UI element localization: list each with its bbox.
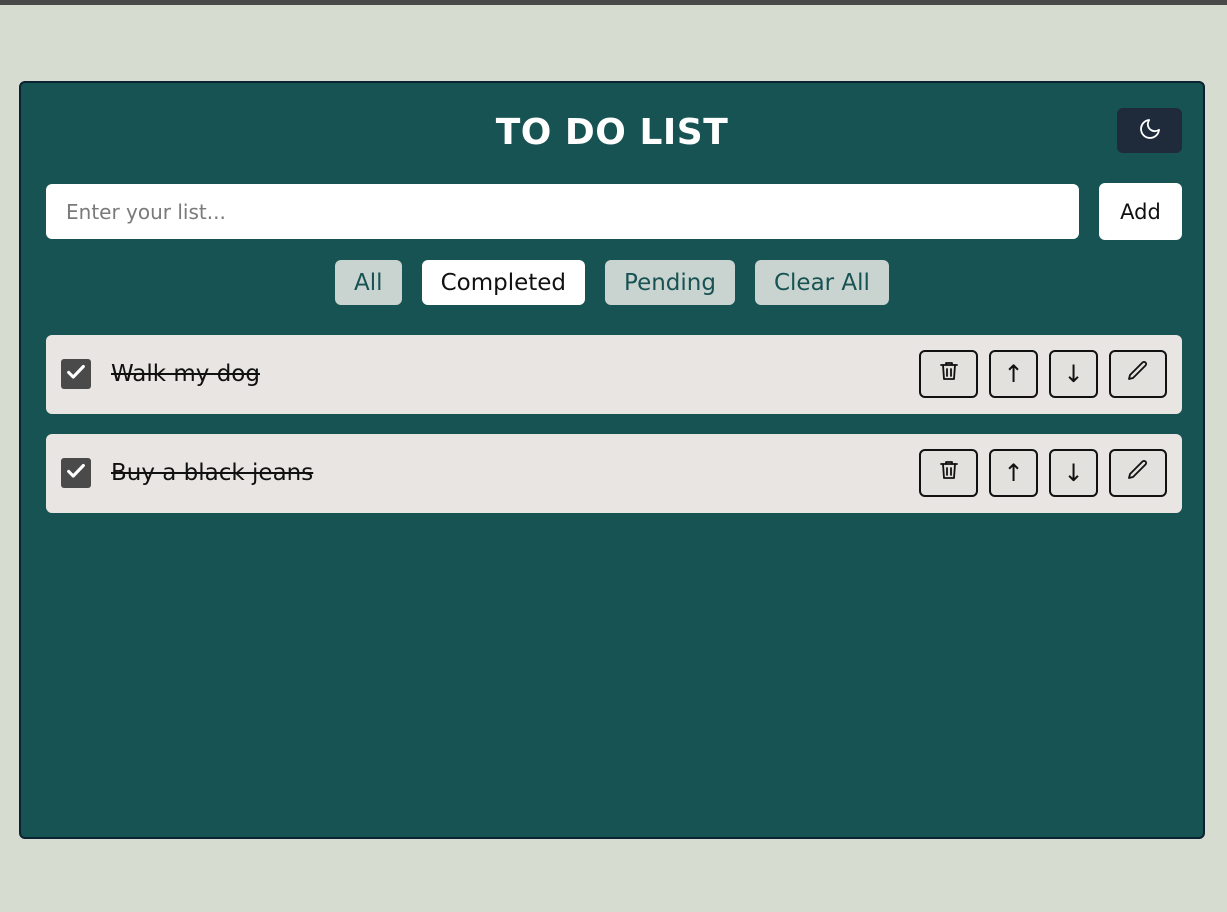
todo-list: Walk my dog ↑ ↓ Buy a black jeans ↑ ↓ [46,335,1182,533]
delete-button[interactable] [919,350,978,398]
window-top-bar [0,0,1227,5]
pencil-icon [1126,359,1150,389]
todo-input[interactable] [46,184,1079,239]
move-up-button[interactable]: ↑ [989,350,1038,398]
moon-icon [1138,117,1162,144]
todo-actions: ↑ ↓ [919,449,1167,497]
checkmark-icon [65,460,87,486]
todo-item: Buy a black jeans ↑ ↓ [46,434,1182,513]
theme-toggle-button[interactable] [1117,108,1182,153]
todo-actions: ↑ ↓ [919,350,1167,398]
todo-item: Walk my dog ↑ ↓ [46,335,1182,414]
todo-checkbox[interactable] [61,359,91,389]
todo-text: Walk my dog [111,361,260,387]
filter-completed-button[interactable]: Completed [421,260,586,305]
pencil-icon [1126,458,1150,488]
add-button[interactable]: Add [1099,183,1182,240]
page-title: TO DO LIST [495,112,729,153]
checkmark-icon [65,361,87,387]
move-down-button[interactable]: ↓ [1049,350,1098,398]
todo-card: TO DO LIST Add All Completed Pending Cle… [19,81,1205,839]
edit-button[interactable] [1109,449,1167,497]
filter-bar: All Completed Pending Clear All [21,260,1203,305]
trash-icon [937,359,961,389]
move-down-button[interactable]: ↓ [1049,449,1098,497]
trash-icon [937,458,961,488]
edit-button[interactable] [1109,350,1167,398]
clear-all-button[interactable]: Clear All [754,260,889,305]
delete-button[interactable] [919,449,978,497]
filter-all-button[interactable]: All [335,260,402,305]
todo-text: Buy a black jeans [111,460,314,486]
filter-pending-button[interactable]: Pending [605,260,735,305]
todo-checkbox[interactable] [61,458,91,488]
move-up-button[interactable]: ↑ [989,449,1038,497]
